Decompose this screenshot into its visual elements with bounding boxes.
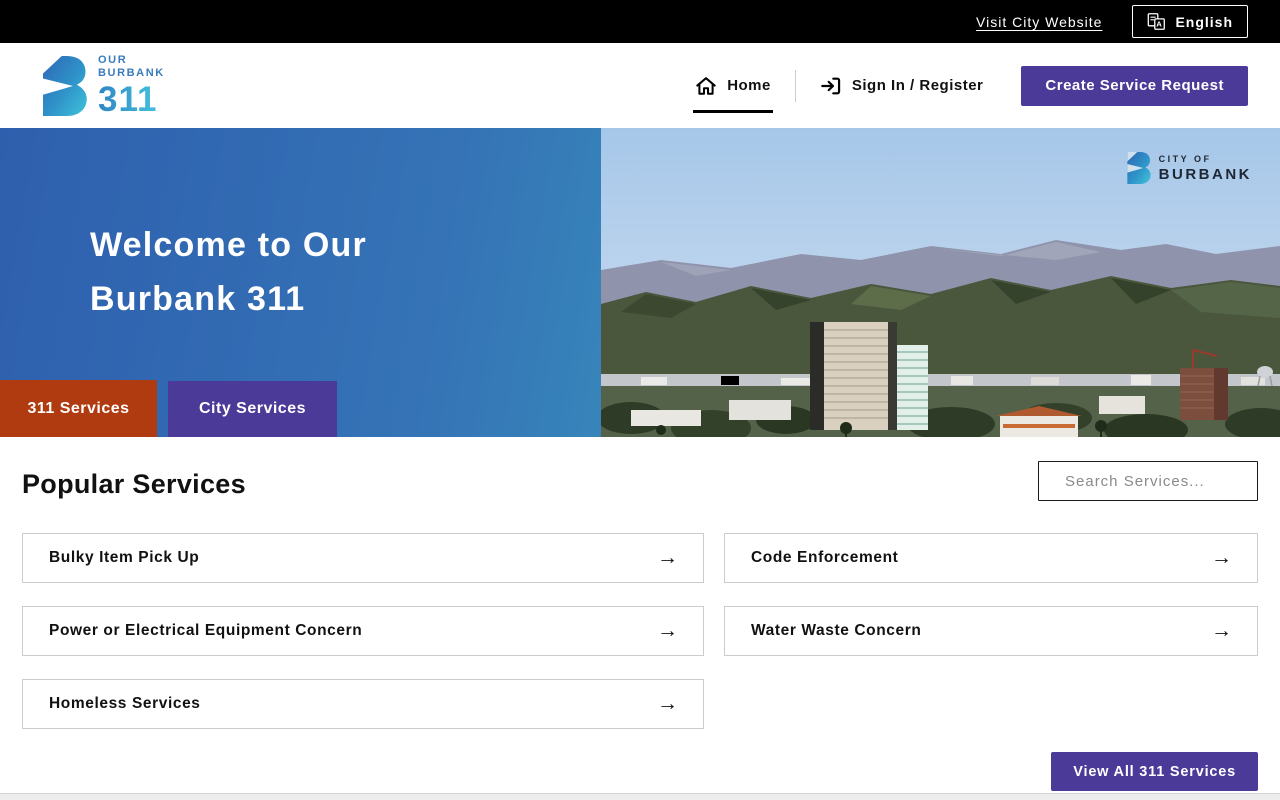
logo-wordmark: OUR BURBANK 311 [98, 53, 165, 117]
service-card-water-waste-concern[interactable]: Water Waste Concern → [724, 606, 1258, 656]
service-card-label: Code Enforcement [751, 549, 899, 566]
site-header: OUR BURBANK 311 Home Sign In / Register … [0, 43, 1280, 128]
city-of-burbank-logo-icon [1127, 152, 1151, 184]
popular-services-heading: Popular Services [22, 469, 246, 499]
popular-services-section: Popular Services Bulky Item Pick Up → Co… [0, 437, 1280, 791]
arrow-right-icon: → [657, 619, 678, 642]
arrow-right-icon: → [657, 692, 678, 715]
arrow-right-icon: → [657, 546, 678, 569]
top-utility-bar: Visit City Website A English [0, 0, 1280, 43]
hero-title: Welcome to Our Burbank 311 [90, 218, 367, 326]
our-burbank-311-logo[interactable]: OUR BURBANK 311 [36, 53, 165, 117]
service-card-label: Homeless Services [49, 695, 201, 712]
svg-text:A: A [1157, 20, 1163, 29]
badge-burbank: BURBANK [1158, 165, 1252, 183]
main-nav: Home Sign In / Register Create Service R… [693, 65, 1248, 113]
service-card-code-enforcement[interactable]: Code Enforcement → [724, 533, 1258, 583]
language-label: English [1175, 13, 1233, 30]
home-icon [696, 76, 716, 95]
logo-our: OUR [98, 53, 128, 66]
language-selector-button[interactable]: A English [1132, 5, 1248, 38]
view-all-311-services-button[interactable]: View All 311 Services [1051, 752, 1258, 791]
logo-311: 311 [98, 82, 165, 117]
popular-services-header: Popular Services [22, 461, 1258, 501]
logo-burbank: BURBANK [98, 66, 165, 79]
translate-document-icon: A [1148, 13, 1166, 30]
arrow-right-icon: → [1211, 619, 1232, 642]
search-services-input[interactable] [1038, 461, 1258, 501]
service-card-label: Power or Electrical Equipment Concern [49, 622, 363, 639]
nav-home[interactable]: Home [693, 65, 773, 113]
view-all-row: View All 311 Services [22, 752, 1258, 791]
visit-city-website-link[interactable]: Visit City Website [976, 14, 1102, 30]
badge-city-of: CITY OF [1158, 153, 1212, 164]
page: Visit City Website A English OUR BURBANK… [0, 0, 1280, 800]
hero-tabs: 311 Services City Services [0, 380, 337, 437]
service-cards-grid: Bulky Item Pick Up → Code Enforcement → … [22, 533, 1258, 729]
footer-edge [0, 793, 1280, 800]
service-card-homeless-services[interactable]: Homeless Services → [22, 679, 704, 729]
tab-311-services[interactable]: 311 Services [0, 380, 157, 437]
service-card-label: Bulky Item Pick Up [49, 549, 200, 566]
create-service-request-button[interactable]: Create Service Request [1021, 65, 1248, 106]
nav-home-label: Home [727, 77, 771, 94]
arrow-right-icon: → [1211, 546, 1232, 569]
service-card-bulky-item-pick-up[interactable]: Bulky Item Pick Up → [22, 533, 704, 583]
service-card-label: Water Waste Concern [751, 622, 922, 639]
service-card-power-or-electrical-equipment-concern[interactable]: Power or Electrical Equipment Concern → [22, 606, 704, 656]
hero-title-line2: Burbank 311 [90, 280, 306, 318]
hero-title-line1: Welcome to Our [90, 226, 367, 264]
nav-sign-in-label: Sign In / Register [851, 77, 984, 94]
city-of-burbank-badge: CITY OF BURBANK [1125, 152, 1252, 184]
city-badge-text: CITY OF BURBANK [1158, 153, 1252, 183]
burbank-b-logo-icon [43, 55, 87, 116]
nav-divider [794, 69, 796, 102]
hero-banner: CITY OF BURBANK Welcome to Our Burbank 3… [0, 128, 1280, 437]
login-arrow-icon [821, 77, 841, 94]
tab-city-services[interactable]: City Services [168, 381, 337, 437]
nav-sign-in-register[interactable]: Sign In / Register [818, 65, 986, 107]
